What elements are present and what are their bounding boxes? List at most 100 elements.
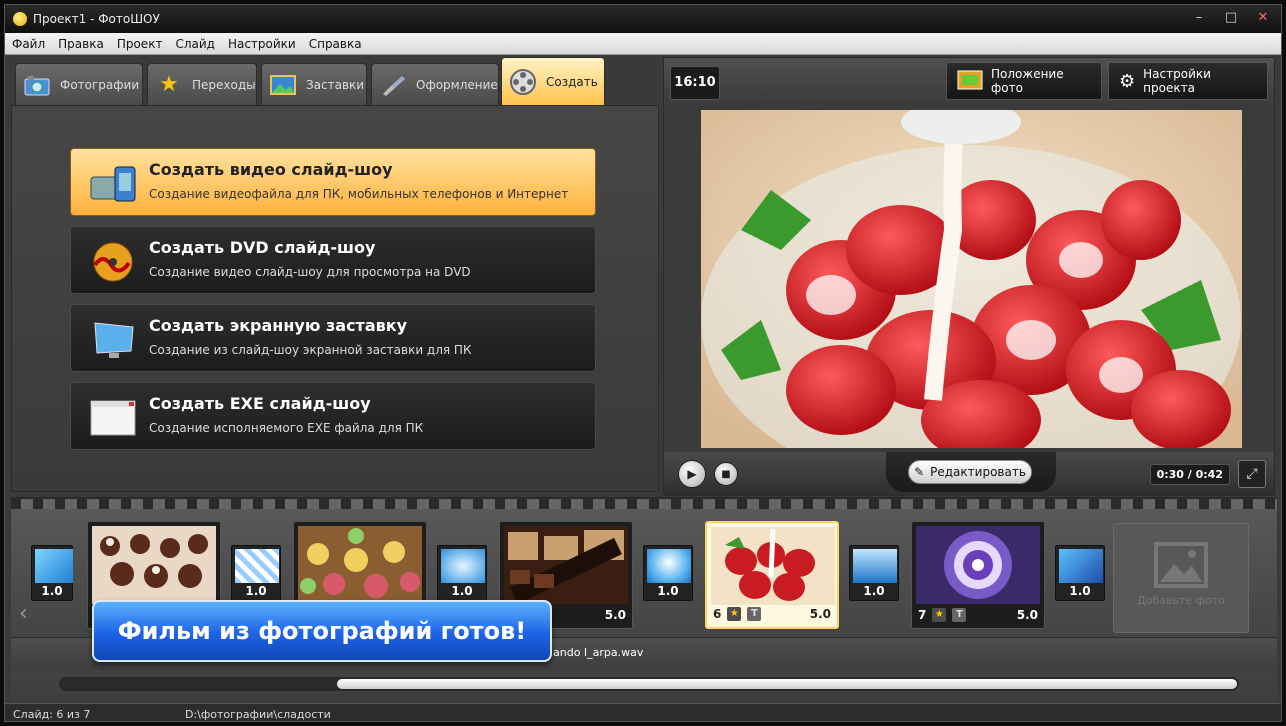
add-photo-button[interactable]: Добавьте фото bbox=[1113, 523, 1249, 633]
create-screensaver-desc: Создание из слайд-шоу экранной заставки … bbox=[149, 343, 472, 357]
status-slide: Слайд: 6 из 7 bbox=[13, 708, 91, 721]
timeline-scrollbar[interactable] bbox=[59, 677, 1239, 691]
menu-slide[interactable]: Слайд bbox=[168, 34, 221, 51]
text-badge-icon: T bbox=[952, 608, 967, 622]
transition-thumb[interactable]: 1.0 bbox=[31, 545, 73, 601]
preview-panel: 16:10 Положение фото ⚙ Настройки проекта bbox=[663, 57, 1275, 496]
transition-icon bbox=[1059, 549, 1103, 583]
transition-thumb[interactable]: 1.0 bbox=[437, 545, 487, 601]
scroll-left-arrow-icon[interactable]: ‹ bbox=[19, 601, 28, 626]
stop-button[interactable]: ■ bbox=[714, 462, 738, 486]
fullscreen-button[interactable]: ⤢ bbox=[1238, 460, 1266, 488]
camera-icon bbox=[22, 71, 52, 99]
create-options-panel: Создать видео слайд-шоу Создание видеофа… bbox=[11, 105, 659, 492]
create-exe-button[interactable]: Создать EXE слайд-шоу Создание исполняем… bbox=[70, 382, 596, 450]
project-settings-label: Настройки проекта bbox=[1143, 67, 1211, 95]
menu-file[interactable]: Файл bbox=[5, 34, 51, 51]
menu-help[interactable]: Справка bbox=[302, 34, 368, 51]
project-settings-button[interactable]: ⚙ Настройки проекта bbox=[1108, 62, 1268, 100]
transition-icon bbox=[647, 549, 691, 583]
transition-duration: 1.0 bbox=[41, 584, 63, 598]
menu-edit[interactable]: Правка bbox=[51, 34, 110, 51]
tab-intros-label: Заставки bbox=[306, 77, 365, 92]
dvd-icon bbox=[89, 241, 139, 283]
play-icon: ▶ bbox=[687, 467, 697, 481]
slide-image bbox=[298, 526, 422, 604]
create-dvd-title: Создать DVD слайд-шоу bbox=[149, 238, 376, 257]
transition-icon bbox=[235, 549, 279, 583]
slide-image bbox=[711, 527, 835, 605]
transition-thumb[interactable]: 1.0 bbox=[231, 545, 281, 601]
edit-button[interactable]: ✎ Редактировать bbox=[908, 460, 1032, 484]
create-exe-title: Создать EXE слайд-шоу bbox=[149, 394, 371, 413]
close-button[interactable]: ✕ bbox=[1251, 9, 1275, 27]
tab-transitions-label: Переходы bbox=[192, 77, 256, 92]
aspect-ratio-button[interactable]: 16:10 bbox=[670, 66, 720, 100]
fullscreen-icon: ⤢ bbox=[1246, 466, 1258, 482]
scrollbar-thumb[interactable] bbox=[337, 679, 1237, 689]
maximize-button[interactable]: □ bbox=[1219, 9, 1243, 27]
playback-time: 0:30 / 0:42 bbox=[1149, 464, 1230, 485]
create-video-button[interactable]: Создать видео слайд-шоу Создание видеофа… bbox=[70, 148, 596, 216]
transition-thumb[interactable]: 1.0 bbox=[849, 545, 899, 601]
transition-icon bbox=[35, 549, 73, 583]
menu-project[interactable]: Проект bbox=[110, 34, 169, 51]
create-dvd-button[interactable]: Создать DVD слайд-шоу Создание видео сла… bbox=[70, 226, 596, 294]
film-ready-banner: Фильм из фотографий готов! bbox=[92, 600, 552, 662]
slide-duration: 5.0 bbox=[604, 608, 626, 622]
edit-label: Редактировать bbox=[930, 465, 1026, 479]
transition-duration: 1.0 bbox=[657, 584, 679, 598]
transition-thumb[interactable]: 1.0 bbox=[1055, 545, 1105, 601]
window-title: Проект1 - ФотоШОУ bbox=[33, 12, 160, 26]
slide-number: 7 bbox=[918, 608, 927, 622]
playback-bar: ▶ ■ ✎ Редактировать 0:30 / 0:42 ⤢ bbox=[664, 452, 1274, 496]
create-video-desc: Создание видеофайла для ПК, мобильных те… bbox=[149, 187, 569, 201]
monitor-icon bbox=[89, 319, 139, 361]
tab-transitions[interactable]: ★ Переходы bbox=[147, 63, 257, 105]
gear-icon: ⚙ bbox=[1119, 70, 1136, 92]
picture-icon bbox=[268, 71, 298, 99]
tab-design[interactable]: Оформление bbox=[371, 63, 499, 105]
slide-thumb[interactable]: 7 ★ T 5.0 bbox=[911, 521, 1045, 629]
film-perforation bbox=[11, 499, 1277, 509]
add-photo-icon bbox=[1154, 542, 1208, 588]
star-icon: ★ bbox=[159, 72, 179, 97]
star-badge-icon: ★ bbox=[727, 607, 742, 621]
video-file-icon bbox=[89, 163, 139, 205]
tab-design-label: Оформление bbox=[416, 77, 498, 92]
status-path: D:\фотографии\сладости bbox=[185, 708, 331, 721]
slide-thumb-selected[interactable]: 6 ★ T 5.0 bbox=[705, 521, 839, 629]
transition-icon bbox=[853, 549, 897, 583]
play-button[interactable]: ▶ bbox=[678, 460, 706, 488]
strawberries-photo bbox=[701, 110, 1242, 448]
tab-intros[interactable]: Заставки bbox=[261, 63, 367, 105]
create-video-title: Создать видео слайд-шоу bbox=[149, 160, 393, 179]
slide-image bbox=[92, 526, 216, 604]
transition-duration: 1.0 bbox=[245, 584, 267, 598]
tab-create[interactable]: Создать bbox=[501, 57, 605, 105]
minimize-button[interactable]: – bbox=[1187, 9, 1211, 27]
status-bar: Слайд: 6 из 7 D:\фотографии\сладости bbox=[5, 703, 1281, 721]
brush-icon bbox=[378, 71, 408, 99]
create-screensaver-title: Создать экранную заставку bbox=[149, 316, 408, 335]
title-bar: Проект1 - ФотоШОУ – □ ✕ bbox=[5, 5, 1281, 33]
create-dvd-desc: Создание видео слайд-шоу для просмотра н… bbox=[149, 265, 471, 279]
transition-thumb[interactable]: 1.0 bbox=[643, 545, 693, 601]
pencil-icon: ✎ bbox=[914, 465, 925, 479]
transition-duration: 1.0 bbox=[1069, 584, 1091, 598]
text-badge-icon: T bbox=[747, 607, 762, 621]
tab-photos[interactable]: Фотографии bbox=[15, 63, 143, 105]
tab-bar: Фотографии ★ Переходы Заставки Оформлени… bbox=[11, 57, 659, 105]
star-badge-icon: ★ bbox=[932, 608, 947, 622]
audio-file-name: ando I_arpa.wav bbox=[553, 646, 644, 659]
menu-settings[interactable]: Настройки bbox=[221, 34, 302, 51]
film-reel-icon bbox=[508, 68, 538, 96]
create-screensaver-button[interactable]: Создать экранную заставку Создание из сл… bbox=[70, 304, 596, 372]
preview-toolbar: 16:10 Положение фото ⚙ Настройки проекта bbox=[664, 58, 1274, 104]
photo-position-button[interactable]: Положение фото bbox=[946, 62, 1102, 100]
edit-tab: ✎ Редактировать bbox=[886, 452, 1056, 492]
photo-position-icon bbox=[957, 70, 983, 93]
transition-duration: 1.0 bbox=[451, 584, 473, 598]
add-photo-label: Добавьте фото bbox=[1137, 594, 1225, 607]
window-app-icon bbox=[89, 397, 139, 439]
